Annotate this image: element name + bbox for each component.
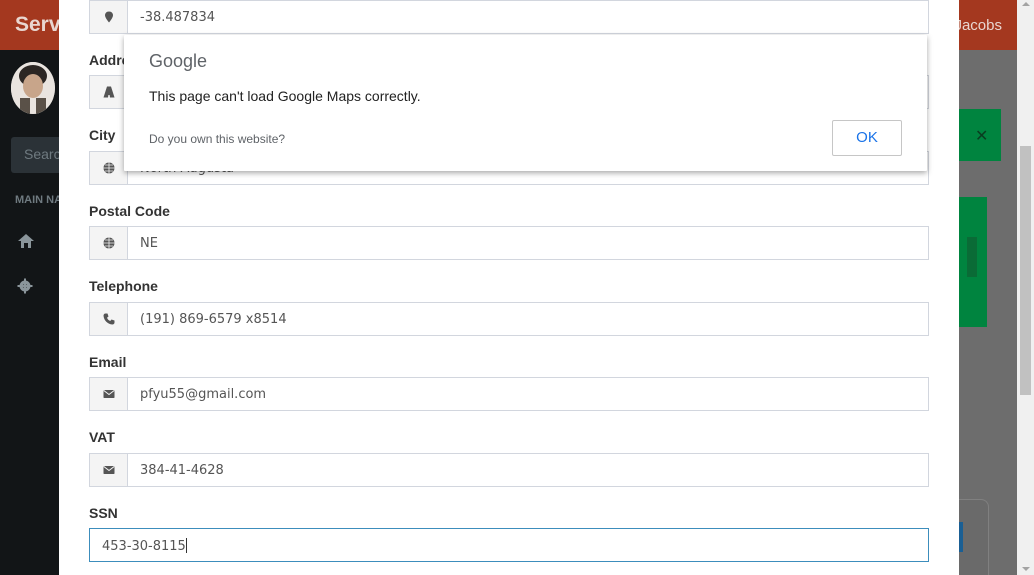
sidebar: Search... MAIN NAVIGATION: [0, 50, 59, 575]
google-logo: Google: [149, 51, 208, 71]
home-icon[interactable]: [17, 233, 37, 253]
user-menu-name[interactable]: Jacobs: [954, 17, 1002, 34]
scroll-thumb[interactable]: [1020, 146, 1031, 395]
globe-icon: [89, 226, 128, 260]
page-scrollbar[interactable]: [1017, 0, 1034, 575]
map-marker-icon: [89, 0, 128, 34]
nav-header: MAIN NAVIGATION: [15, 194, 59, 206]
ssn-value: 453-30-8115: [102, 539, 186, 554]
postal-code-input-group: NE: [89, 226, 929, 260]
globe-icon: [89, 151, 128, 185]
longitude-field[interactable]: -38.487834: [128, 0, 929, 34]
road-icon: [89, 75, 128, 109]
scroll-down-arrow-icon[interactable]: [1022, 567, 1030, 571]
email-input-group: pfyu55@gmail.com: [89, 377, 929, 411]
ssn-field[interactable]: 453-30-8115: [89, 528, 929, 562]
ssn-label: SSN: [89, 505, 118, 521]
text-caret: [185, 538, 187, 553]
envelope-icon: [89, 377, 128, 411]
email-field[interactable]: pfyu55@gmail.com: [128, 377, 929, 411]
brand-logo[interactable]: Serv: [15, 13, 61, 37]
postal-code-label: Postal Code: [89, 203, 170, 219]
close-icon[interactable]: ✕: [975, 128, 988, 145]
sidebar-search-input[interactable]: Search...: [11, 137, 59, 173]
scroll-up-arrow-icon[interactable]: [1022, 2, 1030, 6]
envelope-icon: [89, 453, 128, 487]
gear-icon[interactable]: [17, 278, 37, 298]
avatar: [11, 62, 55, 114]
alert-success-box: ✕: [959, 109, 1001, 161]
error-message: This page can't load Google Maps correct…: [149, 88, 421, 104]
card-edge: [959, 499, 989, 575]
vat-label: VAT: [89, 429, 115, 445]
city-label: City: [89, 127, 116, 143]
own-website-link[interactable]: Do you own this website?: [149, 132, 285, 146]
longitude-input-group: -38.487834: [89, 0, 929, 34]
telephone-input-group: (191) 869-6579 x8514: [89, 302, 929, 336]
ok-button[interactable]: OK: [832, 120, 902, 156]
google-maps-error-dialog: Google This page can't load Google Maps …: [124, 35, 927, 171]
telephone-label: Telephone: [89, 278, 158, 294]
vat-input-group: 384-41-4628: [89, 453, 929, 487]
info-box-green: [959, 197, 987, 327]
email-label: Email: [89, 354, 127, 370]
vat-field[interactable]: 384-41-4628: [128, 453, 929, 487]
button-edge[interactable]: [959, 522, 963, 552]
postal-code-field[interactable]: NE: [128, 226, 929, 260]
telephone-field[interactable]: (191) 869-6579 x8514: [128, 302, 929, 336]
phone-icon: [89, 302, 128, 336]
